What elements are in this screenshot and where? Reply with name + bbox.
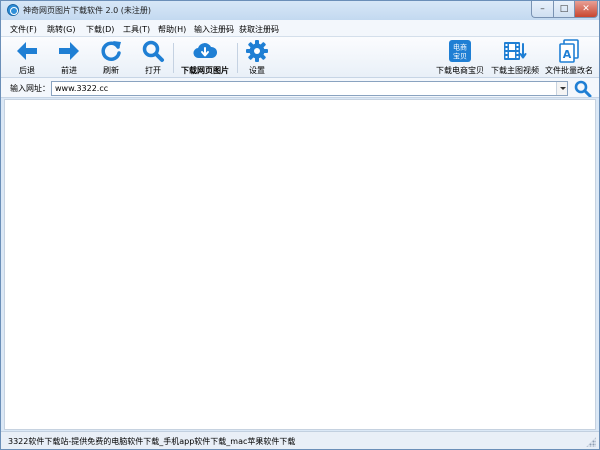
settings-button[interactable]: 设置 — [243, 39, 271, 76]
toolbar-separator — [237, 43, 238, 73]
download-ecommerce-label: 下载电商宝贝 — [436, 66, 484, 75]
download-video-button[interactable]: 下载主图视频 — [489, 39, 541, 76]
refresh-icon — [101, 41, 121, 61]
arrow-right-icon — [59, 42, 79, 60]
forward-label: 前进 — [61, 66, 77, 75]
go-search-button[interactable] — [574, 80, 592, 98]
menu-file[interactable]: 文件(F) — [10, 24, 37, 35]
forward-button[interactable]: 前进 — [55, 39, 83, 76]
gear-icon — [246, 40, 268, 62]
download-images-label: 下载网页图片 — [181, 66, 229, 75]
ecommerce-icon: 电商 宝贝 — [449, 40, 471, 62]
download-images-button[interactable]: 下载网页图片 — [179, 39, 231, 76]
minimize-button[interactable]: – — [531, 1, 553, 18]
open-label: 打开 — [145, 66, 161, 75]
toolbar-separator — [173, 43, 174, 73]
close-button[interactable]: ✕ — [574, 1, 598, 18]
menu-tools[interactable]: 工具(T) — [123, 24, 150, 35]
settings-label: 设置 — [249, 66, 265, 75]
download-ecommerce-button[interactable]: 电商 宝贝 下载电商宝贝 — [434, 39, 486, 76]
web-content-area[interactable] — [4, 99, 596, 430]
app-window: 神奇网页图片下载软件 2.0 (未注册) – □ ✕ 文件(F) 跳转(G) 下… — [0, 0, 600, 450]
file-rename-icon: A — [559, 39, 579, 63]
title-bar[interactable]: 神奇网页图片下载软件 2.0 (未注册) – □ ✕ — [1, 1, 599, 20]
magnifier-icon — [142, 40, 164, 62]
ecommerce-icon-text-1: 电商 — [453, 43, 467, 52]
arrow-left-icon — [17, 42, 37, 60]
menu-download[interactable]: 下载(D) — [86, 24, 114, 35]
menu-enter-code[interactable]: 输入注册码 — [194, 24, 234, 35]
menu-goto[interactable]: 跳转(G) — [47, 24, 75, 35]
ecommerce-icon-text-2: 宝贝 — [453, 52, 467, 61]
search-icon — [574, 80, 592, 98]
menu-bar: 文件(F) 跳转(G) 下载(D) 工具(T) 帮助(H) 输入注册码 获取注册… — [1, 20, 599, 37]
address-input[interactable] — [53, 82, 556, 95]
address-label: 输入网址： — [10, 84, 50, 93]
status-bar: 3322软件下载站-提供免费的电脑软件下载_手机app软件下载_mac苹果软件下… — [1, 431, 599, 449]
refresh-label: 刷新 — [103, 66, 119, 75]
back-label: 后退 — [19, 66, 35, 75]
menu-get-code[interactable]: 获取注册码 — [239, 24, 279, 35]
window-title: 神奇网页图片下载软件 2.0 (未注册) — [23, 6, 152, 15]
toolbar: 后退 前进 刷新 打开 下载网页图片 设置 电商 宝贝 下载电商宝贝 下载主图视… — [1, 37, 599, 78]
film-download-icon — [504, 42, 527, 60]
cloud-download-icon — [193, 43, 217, 59]
address-combobox[interactable] — [51, 81, 568, 96]
batch-rename-label: 文件批量改名 — [545, 66, 593, 75]
address-bar: 输入网址： — [1, 78, 599, 98]
download-video-label: 下载主图视频 — [491, 66, 539, 75]
chevron-down-icon[interactable] — [556, 82, 567, 95]
app-logo-icon — [7, 4, 19, 16]
status-text: 3322软件下载站-提供免费的电脑软件下载_手机app软件下载_mac苹果软件下… — [8, 437, 296, 446]
maximize-button[interactable]: □ — [553, 1, 574, 18]
open-button[interactable]: 打开 — [139, 39, 167, 76]
menu-help[interactable]: 帮助(H) — [158, 24, 186, 35]
resize-grip-icon[interactable] — [586, 437, 596, 447]
back-button[interactable]: 后退 — [13, 39, 41, 76]
refresh-button[interactable]: 刷新 — [97, 39, 125, 76]
svg-text:A: A — [563, 48, 572, 61]
batch-rename-button[interactable]: A 文件批量改名 — [543, 39, 595, 76]
